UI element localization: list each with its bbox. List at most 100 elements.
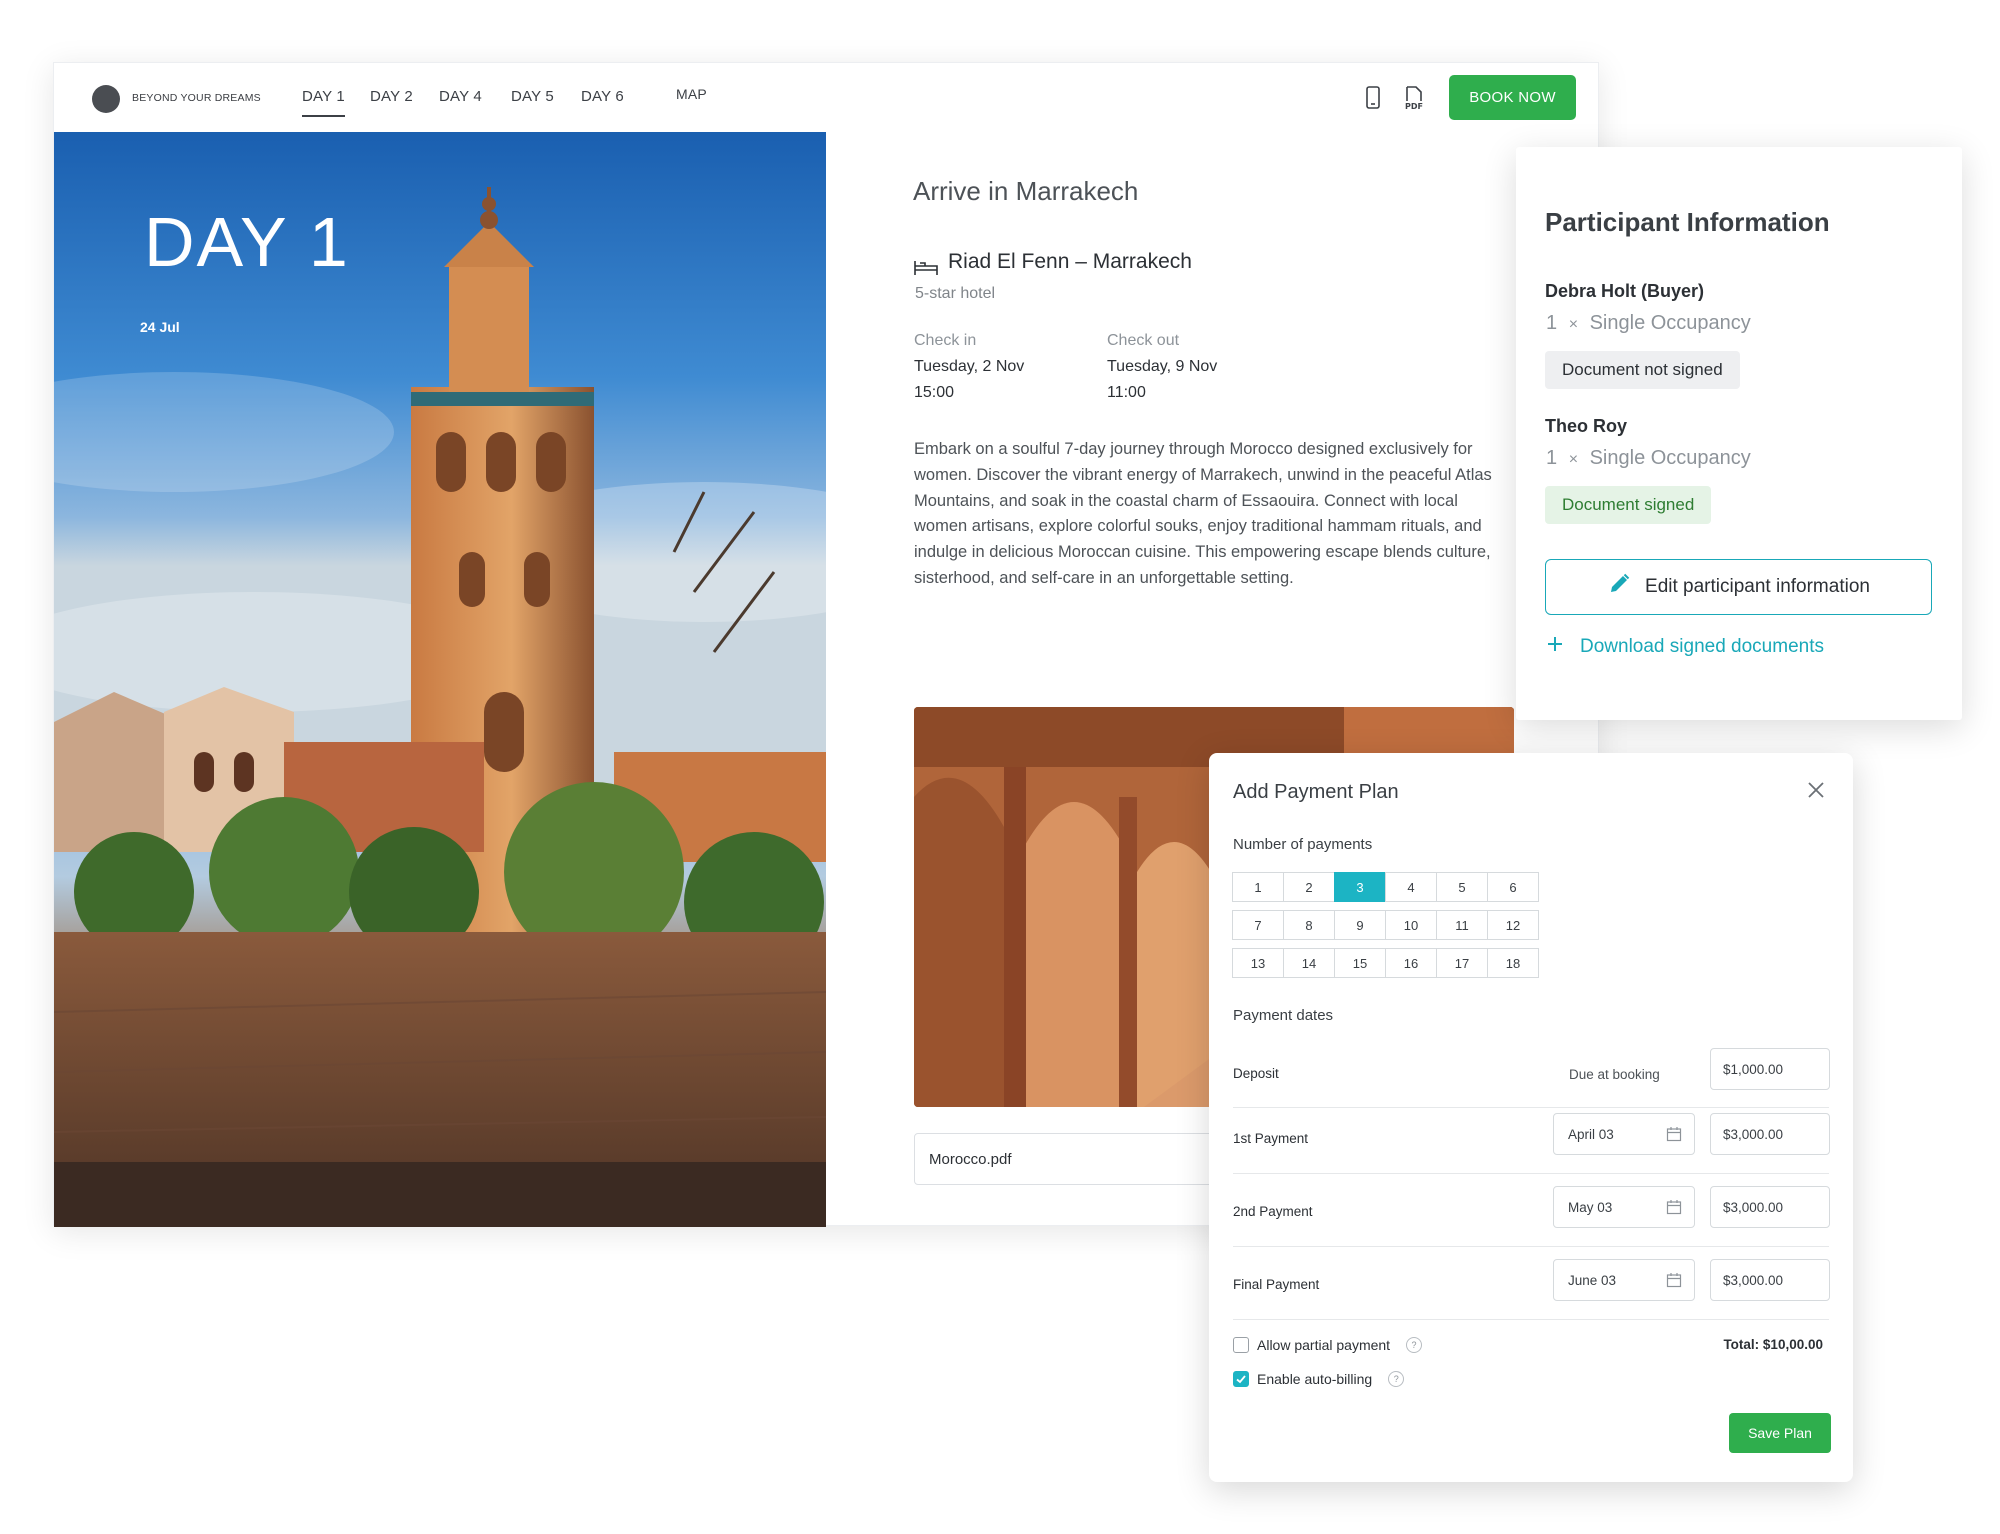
payment-row-label: Deposit bbox=[1233, 1066, 1279, 1081]
calendar-icon bbox=[1666, 1272, 1682, 1288]
payment-date-value: April 03 bbox=[1568, 1127, 1614, 1142]
tab-day-4[interactable]: DAY 4 bbox=[439, 88, 482, 105]
status-badge: Document not signed bbox=[1545, 351, 1740, 389]
participant-panel-title: Participant Information bbox=[1545, 207, 1830, 237]
hero-day-label: DAY 1 bbox=[144, 203, 350, 281]
allow-partial-payment-checkbox[interactable] bbox=[1233, 1337, 1249, 1353]
check-in-label: Check in bbox=[914, 332, 977, 349]
check-out-time: 11:00 bbox=[1107, 384, 1146, 401]
download-documents-link[interactable]: Download signed documents bbox=[1546, 635, 1824, 659]
payment-count-option[interactable]: 16 bbox=[1385, 948, 1437, 978]
hotel-category: 5-star hotel bbox=[915, 285, 996, 302]
check-out-date: Tuesday, 9 Nov bbox=[1107, 358, 1218, 375]
payment-row-label: 1st Payment bbox=[1233, 1131, 1309, 1146]
occupancy-qty: 1 bbox=[1546, 312, 1558, 334]
add-payment-plan-modal: Add Payment Plan Number of payments 1234… bbox=[1209, 753, 1853, 1482]
participant-name: Theo Roy bbox=[1545, 416, 1628, 436]
status-badge: Document signed bbox=[1545, 486, 1712, 524]
edit-participant-label: Edit participant information bbox=[1645, 576, 1870, 597]
mobile-icon[interactable] bbox=[1361, 85, 1385, 111]
payment-row-1st: 1st Payment April 03 $3,000.00 bbox=[1233, 1101, 1830, 1174]
tab-day-2[interactable]: DAY 2 bbox=[370, 88, 413, 105]
help-icon[interactable]: ? bbox=[1388, 1371, 1405, 1387]
tab-map[interactable]: MAP bbox=[676, 86, 707, 102]
payment-count-option[interactable]: 4 bbox=[1385, 872, 1437, 902]
help-icon[interactable]: ? bbox=[1406, 1337, 1423, 1353]
payment-amount-input[interactable]: $3,000.00 bbox=[1710, 1113, 1830, 1155]
modal-title: Add Payment Plan bbox=[1233, 781, 1399, 803]
payment-count-option[interactable]: 3 bbox=[1334, 872, 1386, 902]
hero-image: DAY 1 24 Jul bbox=[54, 132, 826, 1227]
payment-count-option[interactable]: 6 bbox=[1487, 872, 1539, 902]
payment-row-deposit: Deposit Due at booking $1,000.00 bbox=[1233, 1038, 1830, 1108]
allow-partial-payment-label: Allow partial payment bbox=[1257, 1337, 1391, 1353]
participant-occupancy: 1 × Single Occupancy bbox=[1546, 447, 1751, 470]
brand-logo bbox=[92, 85, 120, 113]
auto-billing-label: Enable auto-billing bbox=[1257, 1371, 1373, 1387]
day-title: Arrive in Marrakech bbox=[913, 176, 1139, 206]
occupancy-qty: 1 bbox=[1546, 447, 1558, 469]
payment-amount-input[interactable]: $3,000.00 bbox=[1710, 1186, 1830, 1228]
times-glyph: × bbox=[1568, 316, 1579, 333]
payment-count-option[interactable]: 9 bbox=[1334, 910, 1386, 940]
payment-dates-label: Payment dates bbox=[1233, 1007, 1334, 1024]
payment-count-option[interactable]: 15 bbox=[1334, 948, 1386, 978]
pdf-icon[interactable]: PDF bbox=[1402, 85, 1426, 111]
payment-row-label: 2nd Payment bbox=[1233, 1204, 1313, 1219]
book-now-button[interactable]: BOOK NOW bbox=[1449, 75, 1576, 120]
times-glyph: × bbox=[1568, 451, 1579, 468]
calendar-icon bbox=[1666, 1126, 1682, 1142]
close-icon[interactable] bbox=[1805, 779, 1827, 801]
payment-date-picker[interactable]: June 03 bbox=[1553, 1259, 1695, 1301]
tab-day-1[interactable]: DAY 1 bbox=[302, 88, 345, 117]
payment-count-option[interactable]: 10 bbox=[1385, 910, 1437, 940]
edit-participant-button[interactable]: Edit participant information bbox=[1545, 559, 1932, 615]
check-in-time: 15:00 bbox=[914, 384, 955, 401]
bed-icon bbox=[913, 258, 939, 278]
payment-count-option[interactable]: 2 bbox=[1283, 872, 1335, 902]
payment-count-option[interactable]: 18 bbox=[1487, 948, 1539, 978]
participant-occupancy: 1 × Single Occupancy bbox=[1546, 312, 1751, 335]
hotel-name: Riad El Fenn – Marrakech bbox=[948, 250, 1192, 273]
payment-count-option[interactable]: 7 bbox=[1232, 910, 1284, 940]
allow-partial-payment-row: Allow partial payment ? bbox=[1233, 1337, 1423, 1353]
check-in-date: Tuesday, 2 Nov bbox=[914, 358, 1025, 375]
plus-icon bbox=[1546, 635, 1564, 659]
number-of-payments-grid: 1 2 3 4 5 6 7 8 9 10 11 12 13 14 15 16 17 18 bbox=[1232, 872, 1539, 978]
tab-day-6[interactable]: DAY 6 bbox=[581, 88, 624, 105]
payment-amount-input[interactable]: $3,000.00 bbox=[1710, 1259, 1830, 1301]
payment-count-option[interactable]: 8 bbox=[1283, 910, 1335, 940]
total-amount: Total: $10,00.00 bbox=[1723, 1337, 1823, 1352]
participant-info-panel: Participant Information Debra Holt (Buye… bbox=[1516, 147, 1962, 720]
payment-count-option[interactable]: 17 bbox=[1436, 948, 1488, 978]
payment-count-option[interactable]: 1 bbox=[1232, 872, 1284, 902]
auto-billing-checkbox[interactable] bbox=[1233, 1371, 1249, 1387]
koutoubia-illustration bbox=[54, 132, 826, 1227]
payment-count-option[interactable]: 14 bbox=[1283, 948, 1335, 978]
occupancy-type: Single Occupancy bbox=[1589, 447, 1751, 469]
payment-date-picker[interactable]: April 03 bbox=[1553, 1113, 1695, 1155]
tab-day-5[interactable]: DAY 5 bbox=[511, 88, 554, 105]
payment-count-option[interactable]: 12 bbox=[1487, 910, 1539, 940]
due-at-booking-text: Due at booking bbox=[1569, 1067, 1660, 1082]
payment-row-final: Final Payment June 03 $3,000.00 bbox=[1233, 1247, 1830, 1320]
number-of-payments-label: Number of payments bbox=[1233, 836, 1373, 853]
payment-row-2nd: 2nd Payment May 03 $3,000.00 bbox=[1233, 1174, 1830, 1247]
payment-date-value: June 03 bbox=[1568, 1273, 1617, 1288]
save-plan-button[interactable]: Save Plan bbox=[1729, 1413, 1831, 1453]
deposit-amount-input[interactable]: $1,000.00 bbox=[1710, 1048, 1830, 1090]
auto-billing-row: Enable auto-billing ? bbox=[1233, 1371, 1405, 1387]
download-documents-label: Download signed documents bbox=[1580, 636, 1824, 657]
hero-date: 24 Jul bbox=[140, 319, 180, 335]
payment-date-picker[interactable]: May 03 bbox=[1553, 1186, 1695, 1228]
top-navigation: BEYOND YOUR DREAMS DAY 1 DAY 2 DAY 4 DAY… bbox=[54, 63, 1598, 131]
payment-date-value: May 03 bbox=[1568, 1200, 1613, 1215]
calendar-icon bbox=[1666, 1199, 1682, 1215]
payment-row-label: Final Payment bbox=[1233, 1277, 1320, 1292]
payment-count-option[interactable]: 13 bbox=[1232, 948, 1284, 978]
pencil-icon bbox=[1607, 572, 1631, 602]
payment-count-option[interactable]: 5 bbox=[1436, 872, 1488, 902]
brand-name: BEYOND YOUR DREAMS bbox=[132, 92, 261, 104]
participant-name: Debra Holt (Buyer) bbox=[1545, 281, 1705, 301]
payment-count-option[interactable]: 11 bbox=[1436, 910, 1488, 940]
